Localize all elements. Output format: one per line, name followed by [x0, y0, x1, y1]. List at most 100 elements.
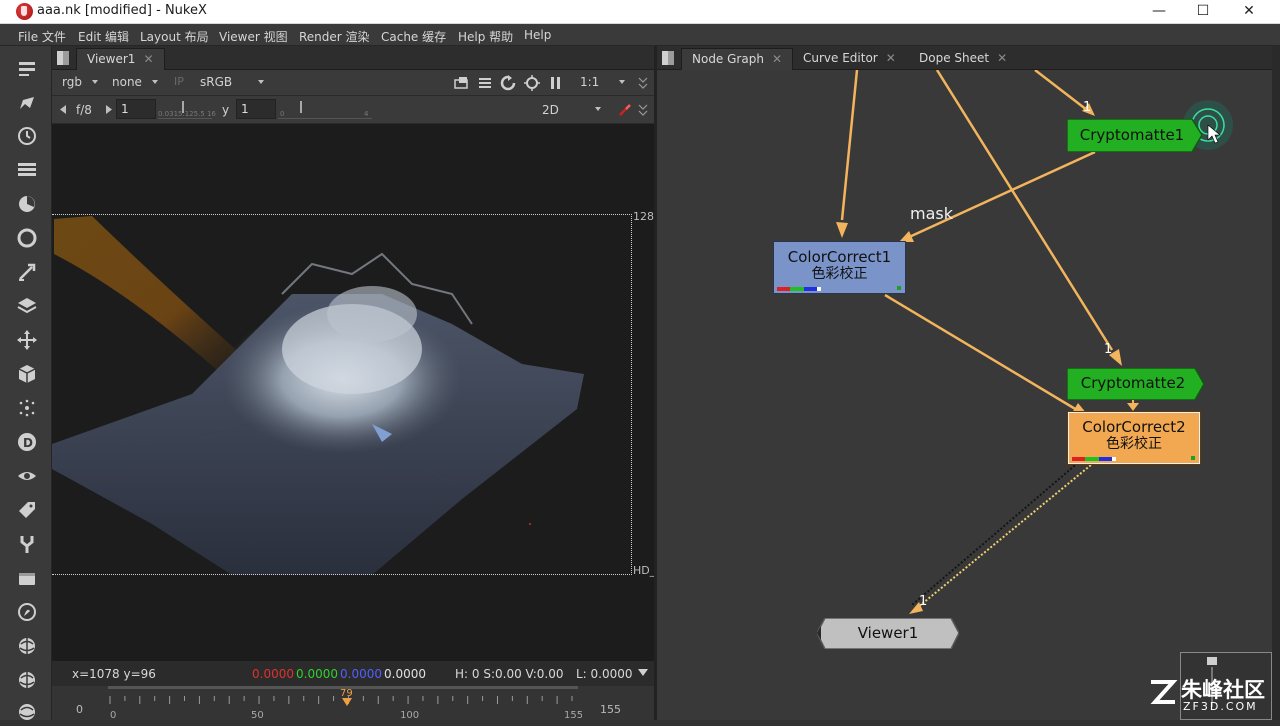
gamma-input[interactable]: 1	[236, 99, 276, 119]
filter-icon[interactable]	[12, 224, 42, 252]
graph-scrollbar[interactable]	[1272, 46, 1280, 720]
close-icon[interactable]: ✕	[143, 52, 153, 66]
deep-icon[interactable]: D	[12, 428, 42, 456]
luminance-value: L: 0.00000	[576, 667, 632, 681]
gain-input[interactable]: 1	[116, 99, 156, 119]
views-icon[interactable]	[12, 462, 42, 490]
edge-cc1-to-cc2	[884, 293, 1078, 412]
keyer-icon[interactable]	[12, 258, 42, 286]
menu-help[interactable]: Help	[524, 28, 551, 42]
title-bar: aaa.nk [modified] - NukeX — ☐ ✕	[0, 0, 1280, 24]
channel-icon[interactable]	[12, 156, 42, 184]
lines-icon[interactable]	[478, 76, 492, 90]
furnace-icon[interactable]	[12, 632, 42, 660]
format-top-label: 128	[633, 210, 654, 223]
tools-icon[interactable]	[12, 530, 42, 558]
tab-viewer1-label: Viewer1	[87, 52, 136, 66]
timeline[interactable]: 0 155 0 50 100 155 79	[52, 686, 654, 720]
channel-strip	[1072, 457, 1116, 461]
target-icon[interactable]	[524, 75, 540, 91]
node-graph[interactable]: 1 1 1 mask Cryptomatte1 ColorCorrect1 色彩…	[657, 70, 1280, 720]
menu-file[interactable]: File 文件	[18, 28, 66, 45]
menu-edit[interactable]: Edit 编辑	[78, 28, 129, 45]
chevron-down-icon[interactable]	[638, 669, 648, 677]
node-viewer1[interactable]: Viewer1	[817, 618, 959, 649]
toolsets-icon[interactable]	[12, 564, 42, 592]
edge-mask	[906, 150, 1096, 240]
minimize-button[interactable]: —	[1136, 0, 1182, 24]
particles-icon[interactable]	[12, 394, 42, 422]
view-mode-dropdown[interactable]: 2D	[542, 103, 559, 117]
maximize-button[interactable]: ☐	[1180, 0, 1226, 24]
watermark: 朱峰社区 ZF3D.COM	[1147, 674, 1277, 718]
close-icon[interactable]: ✕	[772, 52, 782, 66]
gamma-slider[interactable]: 0 4	[278, 99, 372, 119]
input-label-crypto2: 1	[1104, 342, 1113, 357]
more-tools-icon[interactable]	[12, 698, 42, 726]
gain-slider[interactable]: 0.0315.125.5 16	[158, 99, 216, 119]
tab-curve-editor-label: Curve Editor	[803, 51, 878, 65]
refresh-icon[interactable]	[500, 75, 516, 91]
color-icon[interactable]	[12, 190, 42, 218]
zoom-dropdown[interactable]: 1:1	[580, 75, 599, 89]
collapse-icon[interactable]	[638, 103, 648, 117]
node-colorcorrect2[interactable]: ColorCorrect2 色彩校正	[1067, 411, 1201, 465]
menu-cache[interactable]: Cache 缓存	[381, 28, 446, 45]
image-tool-icon[interactable]	[12, 54, 42, 82]
node-label: ColorCorrect2	[1082, 418, 1186, 436]
merge-icon[interactable]	[12, 292, 42, 320]
ocula-icon[interactable]	[12, 666, 42, 694]
nuke-logo-icon	[16, 3, 33, 20]
tab-viewer1[interactable]: Viewer1 ✕	[76, 48, 165, 70]
prev-arrow-icon[interactable]	[60, 105, 66, 114]
transform-icon[interactable]	[12, 326, 42, 354]
tab-curve-editor[interactable]: Curve Editor ✕	[793, 48, 906, 70]
node-sublabel: 色彩校正	[1106, 436, 1162, 452]
ip-button[interactable]: IP	[174, 75, 184, 88]
node-colorcorrect1[interactable]: ColorCorrect1 色彩校正	[773, 241, 906, 294]
menu-render[interactable]: Render 渲染	[299, 28, 370, 45]
node-cryptomatte1[interactable]: Cryptomatte1	[1067, 119, 1202, 152]
format-bounds	[52, 214, 632, 575]
wipe-icon[interactable]	[618, 103, 632, 117]
collapse-icon[interactable]	[638, 76, 648, 90]
watermark-logo-icon	[1150, 680, 1178, 704]
edge-cc1-input	[840, 70, 859, 221]
tab-dope-sheet[interactable]: Dope Sheet ✕	[909, 48, 1017, 70]
tab-dope-sheet-label: Dope Sheet	[919, 51, 990, 65]
hsv-values: H: 0 S:0.00 V:0.00	[455, 667, 564, 681]
close-icon[interactable]: ✕	[886, 51, 896, 65]
gamma-label: y	[222, 103, 230, 117]
tab-node-graph[interactable]: Node Graph ✕	[681, 48, 794, 70]
other-icon[interactable]	[12, 598, 42, 626]
timeline-start: 0	[76, 703, 83, 716]
panel-grip-icon[interactable]	[661, 50, 675, 66]
gain-ticks: 0.0315.125.5 16	[158, 110, 216, 118]
cursor-coords: x=1078 y=96	[72, 667, 156, 681]
paint-icon[interactable]	[12, 88, 42, 116]
3d-icon[interactable]	[12, 360, 42, 388]
panel-grip-icon[interactable]	[56, 50, 70, 66]
playhead-icon[interactable]	[342, 698, 352, 706]
menu-layout[interactable]: Layout 布局	[140, 28, 209, 45]
channel-strip	[777, 287, 821, 291]
timeline-tick-label: 100	[400, 710, 419, 720]
time-icon[interactable]	[12, 122, 42, 150]
roi-icon[interactable]	[454, 76, 468, 90]
menu-viewer[interactable]: Viewer 视图	[219, 28, 288, 45]
edge-crypto1-input	[1034, 70, 1088, 111]
mask-dropdown[interactable]: none	[112, 75, 142, 89]
menu-help-cn[interactable]: Help 帮助	[458, 28, 513, 45]
close-button[interactable]: ✕	[1226, 0, 1272, 24]
close-icon[interactable]: ✕	[997, 51, 1007, 65]
viewer-canvas[interactable]: 128 HD_	[52, 124, 655, 660]
chevron-down-icon	[152, 80, 158, 84]
node-cryptomatte2[interactable]: Cryptomatte2	[1067, 368, 1204, 400]
next-arrow-icon[interactable]	[106, 105, 112, 114]
svg-text:D: D	[23, 436, 33, 450]
metadata-icon[interactable]	[12, 496, 42, 524]
colorspace-dropdown[interactable]: sRGB	[200, 75, 232, 89]
viewer-controls-top: rgb none IP sRGB 1:1	[52, 70, 654, 96]
pause-icon[interactable]	[550, 76, 562, 90]
channels-dropdown[interactable]: rgb	[62, 75, 82, 89]
